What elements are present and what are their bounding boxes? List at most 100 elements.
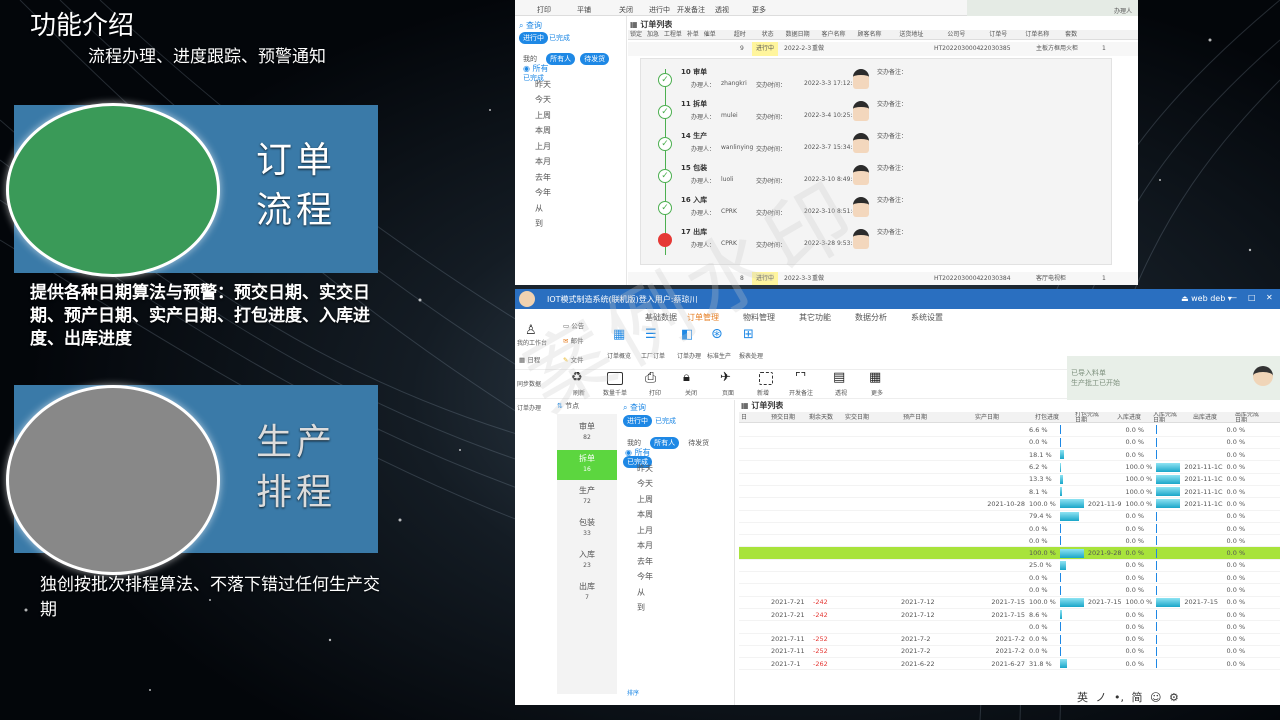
col-due-date[interactable]: 预交日期: [771, 412, 795, 422]
table-row[interactable]: 0.0 % 0.0 % 0.0 %: [739, 436, 1280, 450]
quantity-icon[interactable]: [607, 372, 623, 385]
table-row[interactable]: 2021-7-11 -252 2021-7-2 2021-7-2 0.0 % 0.0 % 0…: [739, 645, 1280, 659]
table-row[interactable]: 2021-10-28 100.0 % 2021-11-9 100.0 % 2021-11…: [739, 497, 1280, 511]
node-label[interactable]: ⇅ 节点: [557, 401, 579, 411]
table-row[interactable]: 9 进行中 2022-2-3 重做 HT2022030004 22030385 …: [628, 42, 1138, 56]
print-icon[interactable]: ⎙: [645, 370, 656, 386]
print-button[interactable]: 打印: [537, 5, 551, 15]
report-icon[interactable]: ⊞: [743, 327, 754, 342]
col-order-name[interactable]: 订单名称: [1025, 31, 1049, 38]
stage-3[interactable]: 包装 33: [557, 514, 617, 544]
page-icon[interactable]: ✈: [720, 370, 731, 385]
col-actual-due[interactable]: 实交日期: [845, 412, 869, 422]
col-lock[interactable]: 锁定: [630, 31, 642, 38]
col-store-progress[interactable]: 入库进度: [1117, 412, 1141, 422]
table-row[interactable]: 25.0 % 0.0 % 0.0 %: [739, 559, 1280, 573]
quantity-label[interactable]: 数量千单: [603, 388, 627, 397]
flow-step[interactable]: ✓ 15 包装 办理人： luoli 交办时间： 2022-3-10 8:49:32 交办备…: [641, 161, 1111, 191]
more-label[interactable]: 更多: [871, 388, 883, 397]
col-store-done[interactable]: 入库完成日期: [1153, 412, 1181, 422]
table-row[interactable]: 6.6 % 0.0 % 0.0 %: [739, 424, 1280, 437]
table-row[interactable]: 13.3 % 100.0 % 2021-11-1C 0.0 %: [739, 473, 1280, 486]
date-last-week[interactable]: 上周: [523, 110, 551, 126]
standard-production-icon[interactable]: ⊛: [711, 326, 723, 342]
col-urgent[interactable]: 加急: [647, 31, 659, 38]
table-row[interactable]: 0.0 % 0.0 % 0.0 %: [739, 583, 1280, 597]
table-row[interactable]: 79.4 % 0.0 % 0.0 %: [739, 510, 1280, 523]
stage-5[interactable]: 出库 7: [557, 578, 617, 608]
pivot-icon[interactable]: ▤: [833, 370, 845, 385]
date-yesterday[interactable]: 昨天: [523, 79, 551, 95]
dev-note-label[interactable]: 开发备注: [789, 388, 813, 397]
in-progress-button[interactable]: 进行中: [649, 5, 670, 15]
menu-other[interactable]: 其它功能: [799, 312, 831, 323]
col-company[interactable]: 公司号: [947, 31, 965, 38]
refresh-icon[interactable]: ♻: [571, 370, 583, 385]
sort-tab[interactable]: 排序: [627, 688, 639, 697]
ime-settings[interactable]: ⚙: [1169, 691, 1179, 704]
dev-note-button[interactable]: 开发备注: [677, 5, 705, 15]
stage-4[interactable]: 入库 23: [557, 546, 617, 576]
calendar-link[interactable]: ▦ 日程: [519, 354, 540, 364]
date-yesterday[interactable]: 昨天: [625, 463, 653, 479]
col-day[interactable]: 日: [741, 412, 747, 422]
close-button[interactable]: 关闭: [619, 5, 633, 15]
col-date[interactable]: 数据日期: [786, 31, 810, 38]
date-from[interactable]: 从: [523, 203, 551, 219]
tab-in-progress[interactable]: 进行中: [623, 415, 652, 427]
menu-analysis[interactable]: 数据分析: [855, 312, 887, 323]
col-plan-prod[interactable]: 预产日期: [903, 412, 927, 422]
table-row[interactable]: 8.1 % 100.0 % 2021-11-1C 0.0 %: [739, 485, 1280, 499]
table-row[interactable]: 8 进行中 2022-3-3 重做 HT2022030004 22030384 …: [628, 272, 1138, 285]
col-sets[interactable]: 套数: [1065, 31, 1077, 38]
date-last-month[interactable]: 上月: [625, 525, 653, 541]
col-supplement[interactable]: 补单: [687, 31, 699, 38]
table-row[interactable]: 0.0 % 0.0 % 0.0 %: [739, 620, 1280, 634]
menu-settings[interactable]: 系统设置: [911, 312, 943, 323]
tab-done[interactable]: 已完成: [651, 415, 680, 427]
col-days-left[interactable]: 剩余天数: [809, 412, 833, 422]
date-last-year[interactable]: 去年: [625, 556, 653, 572]
col-job[interactable]: 工程单: [664, 31, 682, 38]
order-handle-icon[interactable]: ◧: [681, 327, 693, 342]
date-from[interactable]: 从: [625, 587, 653, 603]
order-overview-label[interactable]: 订单概览: [607, 351, 631, 360]
search-label[interactable]: ⌕ 查询: [623, 402, 646, 413]
col-out-progress[interactable]: 出库进度: [1193, 412, 1217, 422]
col-buyer[interactable]: 顾客名称: [857, 31, 881, 38]
ime-simplified[interactable]: 简: [1132, 691, 1143, 704]
page-label[interactable]: 页面: [722, 388, 734, 397]
table-row[interactable]: 2021-7-1 -262 2021-6-22 2021-6-27 31.8 % 0.0 …: [739, 657, 1280, 671]
table-row[interactable]: 100.0 % 2021-9-28 0.0 % 0.0 %: [739, 546, 1280, 560]
factory-order-label[interactable]: 工厂订单: [641, 351, 665, 360]
table-row[interactable]: 18.1 % 0.0 % 0.0 %: [739, 448, 1280, 462]
workbench-icon[interactable]: ♙: [525, 323, 537, 338]
date-this-week[interactable]: 本周: [625, 509, 653, 525]
table-row[interactable]: 2021-7-21 -242 2021-7-12 2021-7-15 8.6 % 0.0 …: [739, 608, 1280, 622]
date-to[interactable]: 到: [625, 602, 653, 618]
mail-link[interactable]: ✉ 邮件: [563, 335, 584, 345]
flow-step[interactable]: ✓ 11 拆单 办理人： mulei 交办时间： 2022-3-4 10:25:50 交办备…: [641, 97, 1111, 127]
dev-note-icon[interactable]: ⌜⌝: [795, 370, 806, 384]
col-timeout[interactable]: 超时: [734, 31, 746, 38]
print-label[interactable]: 打印: [649, 388, 661, 397]
filter-pending[interactable]: 待发货: [684, 437, 713, 449]
stage-2[interactable]: 生产 72: [557, 482, 617, 512]
pivot-button[interactable]: 透视: [715, 5, 729, 15]
col-remind[interactable]: 催单: [704, 31, 716, 38]
more-button[interactable]: 更多: [752, 5, 766, 15]
col-actual-prod[interactable]: 实产日期: [975, 412, 999, 422]
filter-pending[interactable]: 待发货: [580, 53, 610, 65]
table-row[interactable]: 2021-7-21 -242 2021-7-12 2021-7-15 100.0 % 20…: [739, 596, 1280, 609]
maximize-icon[interactable]: □: [1248, 293, 1256, 302]
close-label[interactable]: 关闭: [685, 388, 697, 397]
col-customer[interactable]: 客户名称: [822, 31, 846, 38]
user-menu[interactable]: ⏏ web deb ▾: [1181, 294, 1232, 303]
date-all[interactable]: ◉ 所有: [523, 63, 551, 79]
table-row[interactable]: 0.0 % 0.0 % 0.0 %: [739, 522, 1280, 536]
report-label[interactable]: 报表处理: [739, 351, 763, 360]
table-row[interactable]: 0.0 % 0.0 % 0.0 %: [739, 571, 1280, 585]
date-last-week[interactable]: 上周: [625, 494, 653, 510]
close-icon[interactable]: ✕: [1266, 293, 1273, 302]
date-this-year[interactable]: 今年: [625, 571, 653, 587]
